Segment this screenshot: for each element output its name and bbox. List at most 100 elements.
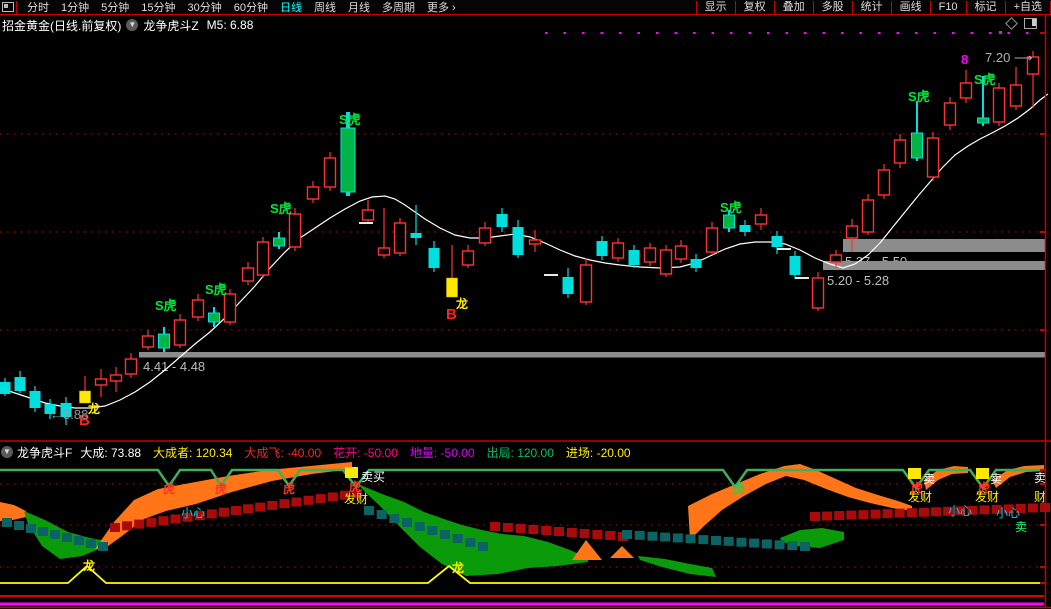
brick bbox=[231, 506, 241, 515]
brick bbox=[465, 538, 476, 547]
brick bbox=[894, 508, 905, 518]
brick bbox=[170, 514, 181, 524]
main-chart-label: 8 bbox=[961, 52, 968, 67]
candle bbox=[1009, 84, 1023, 107]
candle bbox=[659, 249, 673, 275]
brick bbox=[774, 540, 785, 550]
main-chart-label: S虎 bbox=[908, 89, 930, 104]
candle bbox=[674, 245, 688, 260]
brick bbox=[822, 511, 833, 521]
candle bbox=[141, 335, 155, 348]
candle bbox=[288, 213, 302, 248]
price-band-label: 4.41 - 4.48 bbox=[143, 359, 205, 374]
brick bbox=[440, 530, 450, 539]
candle bbox=[845, 225, 859, 239]
candle bbox=[241, 267, 255, 282]
candle bbox=[109, 374, 123, 382]
candle bbox=[340, 127, 356, 193]
main-chart-label: 7.20 ⟶ bbox=[985, 50, 1033, 65]
buy-marker-box bbox=[345, 467, 358, 478]
candle bbox=[877, 169, 891, 196]
candle bbox=[158, 333, 170, 349]
brick bbox=[158, 516, 169, 526]
brick bbox=[389, 514, 400, 523]
candle bbox=[893, 139, 907, 164]
candle bbox=[173, 319, 187, 346]
brick bbox=[86, 539, 96, 548]
candle bbox=[723, 214, 735, 229]
brick bbox=[206, 509, 217, 519]
candle bbox=[14, 377, 26, 391]
brick bbox=[870, 509, 881, 519]
candle bbox=[410, 233, 422, 238]
sub-chart-label: 卖 bbox=[1015, 520, 1027, 534]
main-chart-label: S虎 bbox=[720, 200, 742, 215]
brick bbox=[26, 524, 36, 533]
sub-chart-label: 龙 bbox=[452, 560, 464, 575]
candle bbox=[754, 214, 768, 225]
brick bbox=[376, 510, 387, 519]
candle bbox=[124, 358, 138, 375]
candle bbox=[496, 214, 508, 227]
brick bbox=[685, 534, 696, 544]
candle bbox=[643, 247, 657, 263]
candle bbox=[977, 117, 989, 124]
brick bbox=[1027, 503, 1038, 513]
brick bbox=[122, 521, 133, 531]
sub-chart-label: 卖 bbox=[990, 472, 1002, 486]
candle bbox=[0, 382, 11, 394]
sub-chart-label: 小心 bbox=[996, 506, 1020, 520]
sub-chart-label: 发财 bbox=[975, 489, 999, 504]
brick bbox=[592, 530, 603, 539]
sub-chart-label: 小心 bbox=[948, 504, 972, 518]
candle bbox=[528, 239, 542, 245]
brick bbox=[810, 512, 820, 521]
brick bbox=[554, 527, 564, 536]
sub-chart-label: 虎 bbox=[215, 481, 227, 496]
candle bbox=[306, 186, 320, 200]
brick bbox=[858, 510, 869, 520]
brick bbox=[711, 536, 721, 545]
candle bbox=[428, 248, 440, 268]
brick bbox=[303, 495, 314, 505]
brick bbox=[579, 529, 590, 538]
brick bbox=[146, 517, 157, 527]
sub-chart-label: 卖买 bbox=[361, 470, 385, 484]
buy-marker-box bbox=[976, 468, 989, 479]
candle bbox=[926, 137, 940, 178]
candle bbox=[94, 378, 108, 386]
price-band bbox=[823, 261, 1045, 270]
chart-canvas[interactable]: 4.41 - 4.485.37 - 5.505.20 - 5.28S虎S虎S虎S… bbox=[0, 0, 1051, 609]
brick bbox=[134, 519, 145, 529]
candle bbox=[361, 209, 375, 221]
ribbon bbox=[95, 462, 352, 549]
main-chart-label: S虎 bbox=[205, 282, 227, 297]
brick bbox=[402, 518, 412, 527]
ribbon bbox=[688, 464, 912, 540]
brick bbox=[749, 538, 760, 548]
brick bbox=[243, 504, 254, 514]
brick bbox=[605, 531, 616, 540]
candle bbox=[273, 237, 285, 247]
candle bbox=[191, 299, 205, 318]
trading-app-window: 分时 1分钟 5分钟 15分钟 30分钟 60分钟 日线 周线 月线 多周期 更多 › 显示 复权 叠加… bbox=[0, 0, 1051, 609]
candle bbox=[628, 250, 640, 265]
ribbon bbox=[572, 540, 602, 560]
main-chart-label: S虎 bbox=[155, 298, 177, 313]
brick bbox=[74, 536, 84, 545]
brick bbox=[98, 542, 108, 551]
price-band bbox=[139, 352, 1045, 358]
candle bbox=[29, 391, 41, 408]
brick bbox=[846, 510, 857, 520]
brick bbox=[515, 524, 526, 533]
brick bbox=[38, 527, 48, 536]
main-chart-label: ←3.88 bbox=[50, 407, 88, 422]
brick bbox=[647, 531, 658, 541]
candle bbox=[789, 256, 801, 275]
brick bbox=[364, 506, 374, 515]
sub-chart-label: 小心 bbox=[181, 506, 205, 520]
brick bbox=[490, 522, 500, 531]
candle bbox=[446, 277, 458, 298]
sub-chart-label: 虎 bbox=[283, 481, 295, 496]
ribbon bbox=[638, 556, 716, 577]
